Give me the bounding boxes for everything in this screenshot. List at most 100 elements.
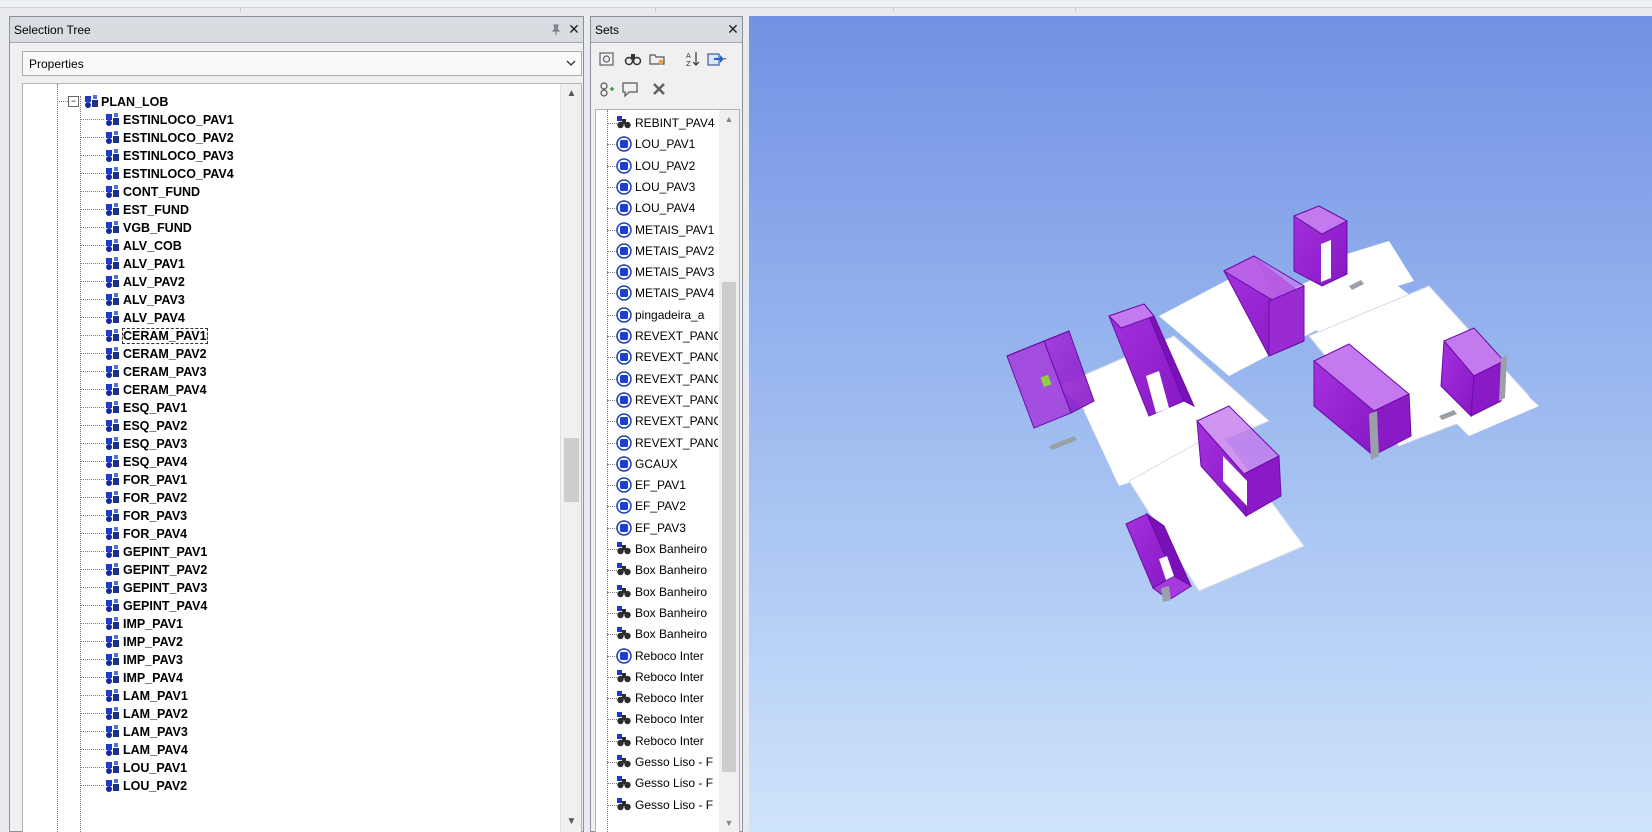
scroll-down-icon[interactable]: ▼	[561, 812, 581, 832]
svg-text:A: A	[686, 52, 691, 60]
set-item[interactable]: METAIS_PAV4	[596, 282, 718, 304]
tree-connector	[57, 101, 68, 102]
chevron-down-icon[interactable]	[561, 58, 581, 69]
tree-item-label: ALV_PAV4	[123, 310, 185, 325]
tree-view-dropdown[interactable]: Properties	[22, 51, 582, 76]
set-item[interactable]: pingadeira_a	[596, 304, 718, 326]
tree-connector	[80, 137, 104, 138]
set-item[interactable]: LOU_PAV3	[596, 176, 718, 198]
tree-connector	[80, 767, 104, 768]
set-item[interactable]: Reboco Inter	[596, 708, 718, 730]
set-item[interactable]: REVEXT_PANC	[596, 389, 718, 411]
set-item[interactable]: Box Banheiro	[596, 623, 718, 645]
set-item-label: REVEXT_PANC	[635, 371, 718, 386]
tree-item-label: CERAM_PAV4	[123, 382, 207, 397]
set-item[interactable]: REBINT_PAV4	[596, 112, 718, 134]
tree-connector	[80, 785, 104, 786]
set-item[interactable]: EF_PAV2	[596, 495, 718, 517]
layer-icon	[105, 562, 121, 577]
set-item[interactable]: REVEXT_PANC	[596, 368, 718, 390]
set-item[interactable]: Gesso Liso - F	[596, 751, 718, 773]
selection-tree-list[interactable]: − PLAN_LOB ESTINLOCO_PAV1 ESTINLOCO_PAV2 EST…	[22, 83, 582, 832]
tree-connector	[80, 407, 104, 408]
selection-set-icon	[616, 392, 632, 408]
tree-item-label: FOR_PAV2	[123, 490, 188, 505]
selection-set-icon	[616, 306, 632, 323]
selection-set-icon	[616, 328, 632, 344]
collapse-toggle-icon[interactable]: −	[68, 96, 79, 107]
import-export-icon[interactable]	[705, 47, 729, 71]
scroll-thumb[interactable]	[564, 438, 579, 502]
set-item[interactable]: Reboco Inter	[596, 666, 718, 688]
set-item[interactable]: REVEXT_PANC	[596, 325, 718, 347]
set-item[interactable]: Box Banheiro	[596, 559, 718, 581]
scroll-up-icon[interactable]: ▲	[719, 110, 739, 128]
tree-item-label: GEPINT_PAV2	[123, 562, 208, 577]
sort-icon[interactable]: AZ	[681, 47, 705, 71]
tree-connector	[80, 389, 104, 390]
selection-set-icon	[616, 477, 632, 493]
scroll-up-icon[interactable]: ▲	[561, 84, 581, 104]
close-panel-button[interactable]: ✕	[724, 21, 742, 39]
save-selection-icon[interactable]	[595, 47, 619, 71]
set-item[interactable]: REVEXT_PANC	[596, 432, 718, 454]
set-item[interactable]: METAIS_PAV3	[596, 261, 718, 283]
set-item[interactable]: METAIS_PAV2	[596, 240, 718, 262]
tree-connector	[80, 335, 104, 336]
set-item-label: LOU_PAV3	[635, 179, 696, 194]
set-item[interactable]: REVEXT_PANC	[596, 346, 718, 368]
set-item[interactable]: Gesso Liso - F	[596, 794, 718, 816]
tree-connector	[80, 371, 104, 372]
save-search-icon[interactable]	[621, 47, 645, 71]
layer-icon	[105, 724, 121, 739]
layer-icon	[105, 130, 121, 145]
set-item[interactable]: GCAUX	[596, 453, 718, 475]
set-item[interactable]: Gesso Liso - F	[596, 772, 718, 794]
layer-icon	[105, 652, 121, 667]
sets-rows: REBINT_PAV4 LOU_PAV1 LOU_PAV2 LOU_PAV3 LOU_P…	[596, 110, 718, 832]
set-item-label: pingadeira_a	[635, 307, 705, 322]
sets-scrollbar[interactable]: ▲ ▼	[719, 110, 739, 832]
add-comment-icon[interactable]	[595, 77, 619, 101]
tree-scrollbar[interactable]: ▲ ▼	[560, 84, 581, 832]
set-item[interactable]: LOU_PAV2	[596, 155, 718, 177]
set-item[interactable]: Reboco Inter	[596, 645, 718, 667]
tree-item-label: FOR_PAV4	[123, 526, 188, 541]
tree-connector	[80, 209, 104, 210]
search-set-icon	[616, 605, 632, 621]
set-item[interactable]: EF_PAV3	[596, 517, 718, 539]
selection-set-icon	[616, 434, 632, 451]
scroll-thumb[interactable]	[722, 282, 736, 772]
3d-viewport[interactable]	[749, 16, 1652, 832]
sets-list[interactable]: REBINT_PAV4 LOU_PAV1 LOU_PAV2 LOU_PAV3 LOU_P…	[595, 109, 740, 832]
selection-set-icon	[616, 179, 632, 195]
close-panel-button[interactable]: ✕	[565, 21, 583, 39]
layer-icon	[105, 688, 121, 703]
set-item[interactable]: EF_PAV1	[596, 474, 718, 496]
search-set-icon	[616, 115, 632, 131]
set-item[interactable]: Reboco Inter	[596, 687, 718, 709]
set-item[interactable]: Box Banheiro	[596, 538, 718, 560]
set-item[interactable]: LOU_PAV4	[596, 197, 718, 219]
set-item-label: Gesso Liso - F	[635, 797, 714, 812]
search-set-icon	[616, 584, 632, 600]
selection-set-icon	[616, 136, 632, 153]
new-folder-icon[interactable]	[645, 47, 669, 71]
scroll-down-icon[interactable]: ▼	[719, 814, 739, 832]
pin-icon[interactable]	[547, 21, 565, 39]
set-item[interactable]: REVEXT_PANC	[596, 410, 718, 432]
set-item[interactable]: LOU_PAV1	[596, 133, 718, 155]
layer-icon	[105, 256, 121, 271]
tree-connector	[80, 119, 104, 120]
set-item-label: LOU_PAV4	[635, 201, 696, 216]
set-item[interactable]: METAIS_PAV1	[596, 219, 718, 241]
set-item-label: REVEXT_PANC	[635, 414, 718, 429]
comment-icon[interactable]	[619, 77, 643, 101]
search-set-icon	[616, 711, 632, 727]
set-item[interactable]: Box Banheiro	[596, 581, 718, 603]
tree-item-label: ESTINLOCO_PAV2	[123, 130, 234, 145]
delete-icon[interactable]	[647, 77, 671, 101]
layer-icon	[105, 220, 121, 235]
set-item[interactable]: Box Banheiro	[596, 602, 718, 624]
set-item[interactable]: Reboco Inter	[596, 730, 718, 752]
